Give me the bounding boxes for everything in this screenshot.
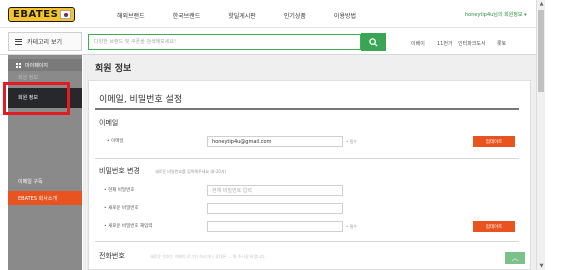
sidebar-item-email-subscribe[interactable]: 이메일 구독 <box>8 175 82 187</box>
nav-hotdeal-board[interactable]: 핫딜게시판 <box>228 11 256 20</box>
shortcut-ebay[interactable]: 이베이 <box>411 40 425 47</box>
shortcut-interpark-books[interactable]: 인터파크도서 <box>458 40 486 47</box>
ebates-logo[interactable]: EBATES <box>8 7 75 22</box>
window-edge <box>545 0 569 270</box>
scroll-thumb[interactable] <box>538 10 544 92</box>
sidebar-item-label: EBATES 회사소개 <box>18 195 57 202</box>
shortcut-11st[interactable]: 11번가 <box>437 40 453 47</box>
required-note: • 필수 <box>346 224 357 229</box>
confirm-password-label: • 새로운 비밀번호 재입력 <box>104 224 153 229</box>
scroll-to-top-button[interactable]: ︿ <box>505 252 525 264</box>
page-title: 회원 정보 <box>95 64 132 74</box>
sidebar-item-label: 마이페이지 <box>25 62 49 69</box>
grid-icon <box>16 62 21 68</box>
sidebar-item-label: 회원 정보 <box>18 74 38 81</box>
email-field[interactable] <box>207 136 343 147</box>
highlight-box <box>3 82 70 115</box>
top-navigation: EBATES 해외브랜드 한국브랜드 핫딜게시판 인기상품 이용방법 honey… <box>0 0 536 28</box>
category-label: 카테고리 보기 <box>27 39 63 46</box>
confirm-password-field[interactable] <box>207 221 343 232</box>
current-password-label: • 현재 비밀번호 <box>104 188 135 193</box>
password-update-button[interactable]: 업데이트 <box>473 221 515 232</box>
shortcut-lotto[interactable]: 롯토 <box>497 40 506 47</box>
category-button[interactable]: 카테고리 보기 <box>8 32 82 51</box>
search-icon <box>369 37 378 47</box>
sidebar-item-mypage[interactable]: 마이페이지 <box>8 59 82 71</box>
search-input[interactable] <box>88 34 361 50</box>
korea-flag-icon <box>60 10 71 19</box>
phone-section-title: 전화번호 <box>99 252 125 260</box>
password-note: 새로운 비밀번호를 입력해주세요 (8-20자) <box>155 169 227 174</box>
section-title: 이메일, 비밀번호 설정 <box>99 95 183 105</box>
password-section-title: 비밀번호 변경 <box>99 167 140 175</box>
email-update-button[interactable]: 업데이트 <box>473 136 515 147</box>
required-note: • 필수 <box>346 139 357 144</box>
scrollbar[interactable]: ▲ ▼ <box>536 0 545 270</box>
main-nav: 해외브랜드 한국브랜드 핫딜게시판 인기상품 이용방법 <box>117 11 384 20</box>
phone-note: 새로운 번호는 이베이 로그인 하시거나 휴대폰 ... 해 주시길 바랍니다. <box>150 254 266 259</box>
search-button[interactable] <box>361 33 386 51</box>
menu-icon <box>15 38 22 45</box>
new-password-field[interactable] <box>207 203 343 214</box>
current-password-field[interactable] <box>207 185 343 196</box>
sidebar-item-label: 이메일 구독 <box>18 178 43 185</box>
search-bar-row: 카테고리 보기 이베이 11번가 인터파크도서 롯토 <box>0 29 536 55</box>
email-section-title: 이메일 <box>99 119 119 127</box>
divider <box>95 158 519 159</box>
nav-how-to-use[interactable]: 이용방법 <box>334 11 356 20</box>
nav-korean-brands[interactable]: 한국브랜드 <box>173 11 201 20</box>
email-label: • 이메일 <box>107 139 124 144</box>
user-account-menu[interactable]: honeytip4u님의 회원정보 ▾ <box>465 11 527 18</box>
chevron-up-icon: ︿ <box>511 254 519 262</box>
logo-text: EBATES <box>13 9 59 20</box>
sidebar-item-about-ebates[interactable]: EBATES 회사소개 <box>8 191 82 205</box>
nav-overseas-brands[interactable]: 해외브랜드 <box>117 11 145 20</box>
new-password-label: • 새로운 비밀번호 <box>104 206 139 211</box>
divider <box>95 241 519 242</box>
section-divider <box>95 108 519 110</box>
nav-popular-products[interactable]: 인기상품 <box>284 11 306 20</box>
sidebar-item-hidden[interactable] <box>8 159 82 171</box>
